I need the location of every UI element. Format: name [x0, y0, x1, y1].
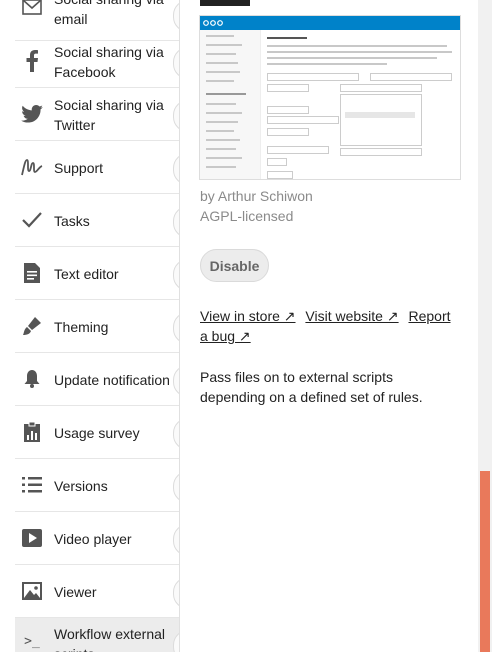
app-label: Versions	[54, 477, 108, 494]
app-row-tasks[interactable]: Tasks	[15, 194, 179, 247]
app-row-versions[interactable]: Versions	[15, 459, 179, 512]
clipboard-icon	[21, 421, 43, 443]
play-icon	[21, 527, 43, 549]
app-row-facebook[interactable]: Social sharing via Facebook	[15, 35, 179, 88]
app-row-theming[interactable]: Theming	[15, 300, 179, 353]
app-row-viewer[interactable]: Viewer	[15, 565, 179, 618]
scrollbar-thumb[interactable]	[480, 471, 490, 652]
app-links: View in store ↗ Visit website ↗ Report a…	[200, 306, 460, 346]
support-icon	[21, 156, 43, 178]
image-icon	[21, 580, 43, 602]
terminal-icon: >_	[24, 633, 40, 649]
screenshot-sidebar	[200, 30, 261, 179]
app-row-usage-survey[interactable]: Usage survey	[15, 406, 179, 459]
checkmark-icon	[21, 209, 43, 231]
app-label: Usage survey	[54, 424, 140, 441]
app-row-workflow-external-scripts[interactable]: >_ Workflow external scripts	[15, 618, 179, 652]
app-description: Pass files on to external scripts depend…	[200, 369, 423, 405]
app-author: by Arthur Schiwon	[200, 188, 313, 204]
screenshot-header	[200, 16, 460, 30]
app-row-text-editor[interactable]: Text editor	[15, 247, 179, 300]
app-label: Social sharing via email	[54, 0, 164, 27]
app-label: Text editor	[54, 265, 119, 282]
facebook-icon	[21, 50, 43, 72]
bell-icon	[21, 368, 43, 390]
app-screenshot	[199, 15, 461, 180]
app-row-video-player[interactable]: Video player	[15, 512, 179, 565]
paintbrush-icon	[21, 315, 43, 337]
app-label: Video player	[54, 530, 132, 547]
app-row-support[interactable]: Support	[15, 141, 179, 194]
app-label: Update notification	[54, 371, 170, 388]
app-license: AGPL-licensed	[200, 208, 294, 224]
app-list: Social sharing via email Social sharing …	[15, 0, 179, 652]
app-row-update-notification[interactable]: Update notification	[15, 353, 179, 406]
app-label: Social sharing via Twitter	[54, 96, 164, 133]
twitter-icon	[21, 103, 43, 125]
app-label: Social sharing via Facebook	[54, 43, 164, 80]
app-label: Workflow external scripts	[54, 626, 166, 652]
view-in-store-link[interactable]: View in store ↗	[200, 308, 296, 324]
list-icon	[21, 474, 43, 496]
disable-button[interactable]: Disable	[200, 249, 269, 282]
visit-website-link[interactable]: Visit website ↗	[305, 308, 398, 324]
mail-icon	[21, 0, 43, 18]
panel-title-clipped	[200, 0, 250, 6]
app-label: Theming	[54, 318, 109, 335]
app-row-twitter[interactable]: Social sharing via Twitter	[15, 88, 179, 141]
app-label: Viewer	[54, 583, 97, 600]
app-label: Tasks	[54, 212, 90, 229]
document-icon	[21, 262, 43, 284]
app-label: Support	[54, 159, 104, 176]
